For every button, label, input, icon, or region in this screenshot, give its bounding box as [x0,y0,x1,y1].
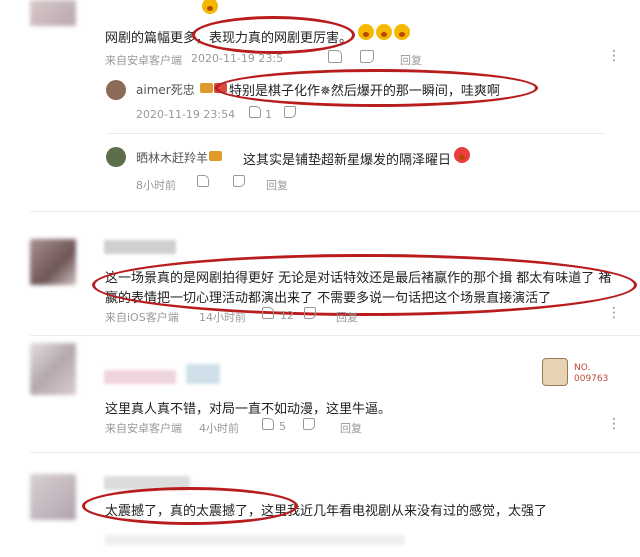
reply-text: 特别是棋子化作✵然后爆开的那一瞬间，哇爽啊 [229,84,500,99]
like-count: 5 [279,420,286,433]
divider [30,452,640,453]
fan-medal-label: NO. [574,363,591,373]
avatar[interactable] [30,0,76,26]
comment-text-line2: 嬴的表情把一切心理活动都演出来了 不需要多说一句话把这个场景直接演活了 [105,291,552,306]
comment-time: 14小时前 [199,311,246,324]
avatar[interactable] [106,80,126,100]
more-options-icon[interactable]: ⋮ [607,305,621,321]
emoji-icon [454,147,470,163]
dislike-icon[interactable] [304,307,316,319]
comment-text: 太震撼了，真的太震撼了，这里我近几年看电视剧从来没有过的感觉，太强了 [105,504,548,519]
more-options-icon[interactable]: ⋮ [607,416,621,432]
reply-button[interactable]: 回复 [336,309,358,325]
divider [106,133,606,134]
more-options-icon[interactable]: ⋮ [607,48,621,64]
comment-source: 来自安卓客户端 [105,422,182,435]
comment-text: 网剧的篇幅更多，表现力真的网剧更厉害。 [105,31,353,46]
vip-badge-icon [200,83,213,93]
avatar[interactable] [106,147,126,167]
level-badge-icon [214,83,227,93]
comment-source: 来自iOS客户端 [105,311,179,324]
reply-button[interactable]: 回复 [400,52,422,68]
avatar[interactable] [30,239,76,285]
like-count: 12 [280,309,294,322]
comment-time: 2020-11-19 23:5 [191,52,284,65]
dislike-icon[interactable] [284,106,296,118]
divider [30,335,640,336]
reply-author[interactable]: 晒林木赶羚羊 [136,149,208,166]
comment-text-line1: 这一场景真的是网剧拍得更好 无论是对话特效还是最后褚嬴作的那个揖 都太有味道了 … [105,271,612,286]
avatar[interactable] [30,343,76,395]
comment-text: 这里真人真不错，对局一直不如动漫，这里牛逼。 [105,402,392,417]
like-icon[interactable] [262,418,274,430]
username[interactable] [104,476,190,490]
emoji-icon [358,24,374,40]
emoji-icon [376,24,392,40]
like-count: 1 [265,108,272,121]
user-badge [186,364,220,384]
comment-time: 4小时前 [199,422,239,435]
like-icon[interactable] [328,50,342,63]
comment-source: 来自安卓客户端 [105,54,182,67]
reply-author[interactable]: aimer死忠 [136,81,195,98]
username[interactable] [104,240,176,254]
reply-time: 2020-11-19 23:54 [136,108,236,121]
like-icon[interactable] [197,175,209,187]
vip-badge-icon [209,151,222,161]
fan-medal-number: 009763 [574,374,609,384]
reply-button[interactable]: 回复 [340,420,362,436]
reply-button[interactable]: 回复 [266,177,288,193]
emoji-icon [394,24,410,40]
emoji-icon [202,0,218,14]
dislike-icon[interactable] [360,50,374,63]
username[interactable] [104,370,176,384]
dislike-icon[interactable] [233,175,245,187]
avatar[interactable] [30,474,76,520]
fan-medal-icon [542,358,568,386]
dislike-icon[interactable] [303,418,315,430]
divider [30,211,640,212]
reply-text: 这其实是铺垫超新星爆发的隔泽曜日 [243,153,452,168]
like-icon[interactable] [249,106,261,118]
reply-time: 8小时前 [136,179,176,192]
like-icon[interactable] [262,307,274,319]
comment-meta-blurred [105,535,405,545]
